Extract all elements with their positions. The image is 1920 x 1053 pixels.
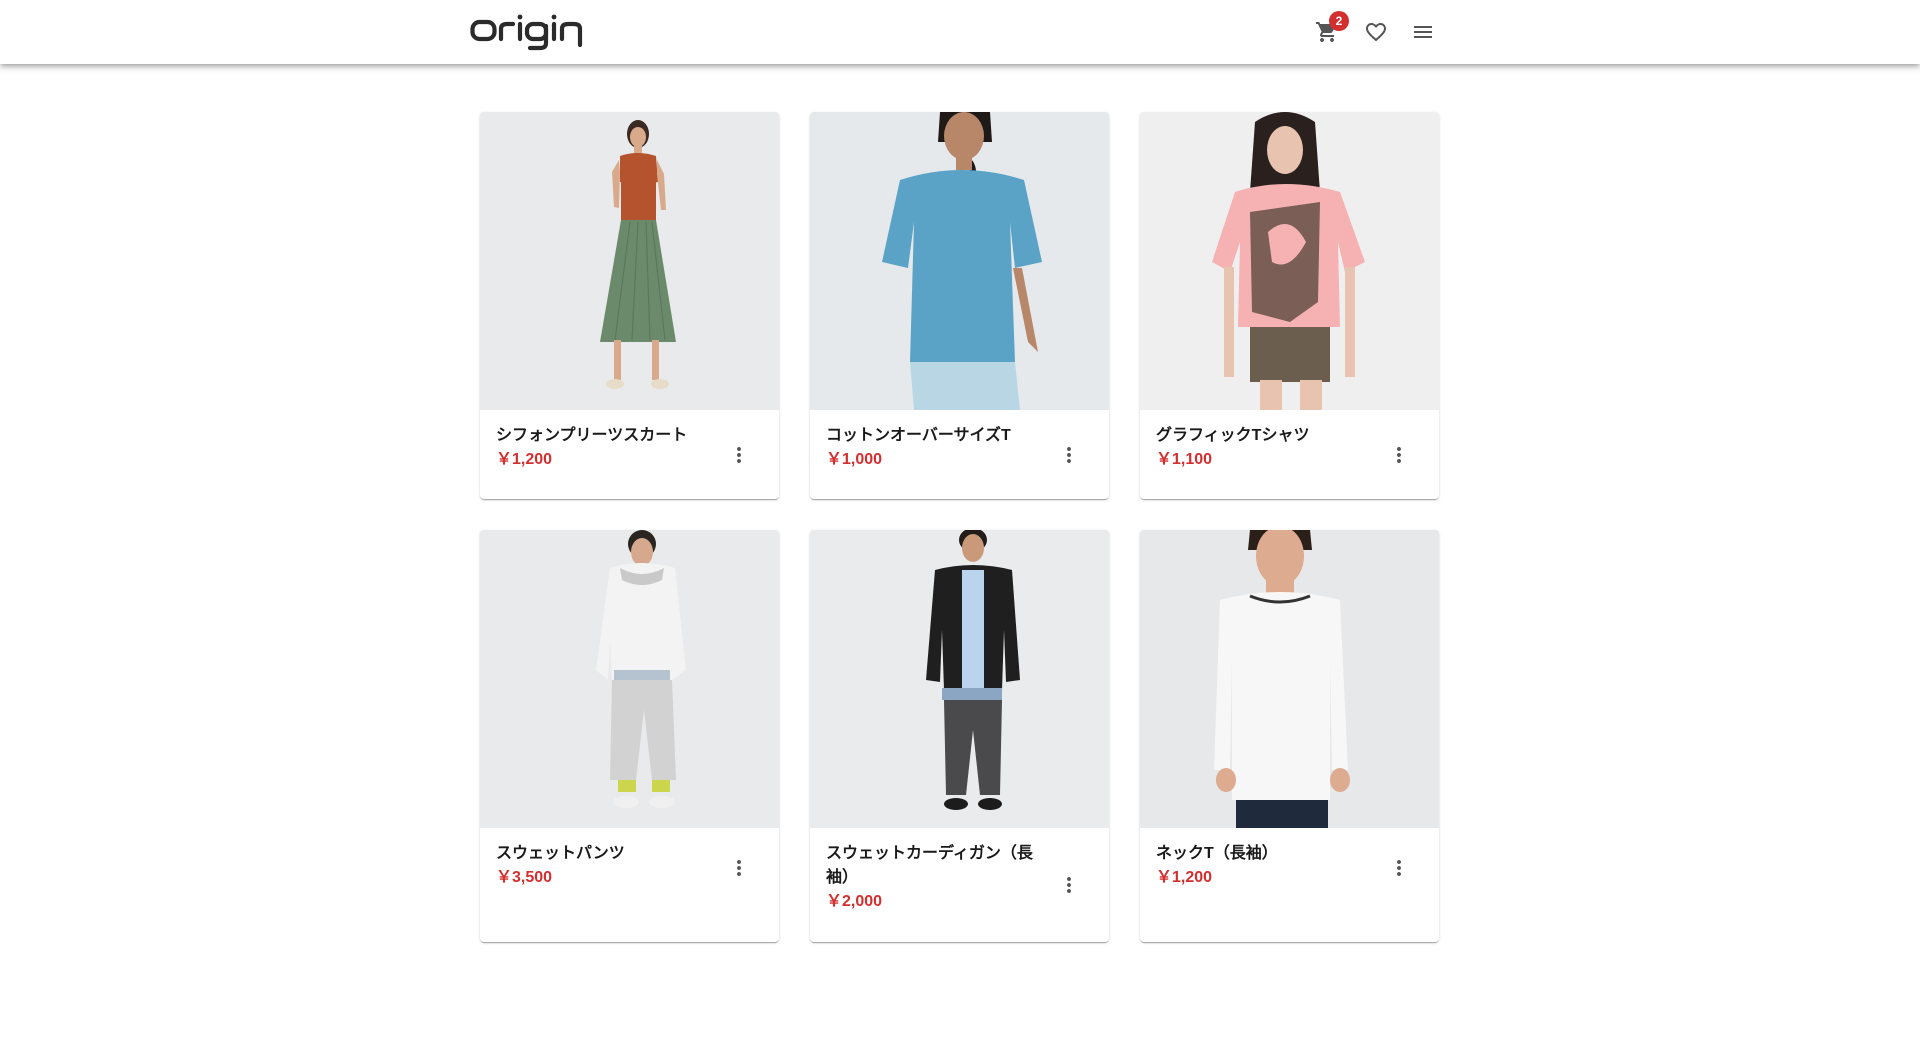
product-info: グラフィックTシャツ ￥1,100 [1140, 410, 1439, 499]
product-price: ￥1,000 [826, 451, 883, 468]
product-title[interactable]: スウェットカーディガン（長袖） [826, 842, 1049, 890]
product-card[interactable]: スウェットパンツ ￥3,500 [480, 530, 779, 942]
menu-button[interactable] [1403, 12, 1443, 52]
product-price: ￥1,200 [1156, 869, 1213, 886]
more-vert-icon [1067, 877, 1071, 893]
product-card[interactable]: シフォンプリーツスカート ￥1,200 [480, 112, 779, 499]
product-card[interactable]: グラフィックTシャツ ￥1,100 [1140, 112, 1439, 499]
product-title[interactable]: コットンオーバーサイズT [826, 424, 1049, 448]
origin-logo[interactable] [470, 12, 602, 52]
app-header: 2 [0, 0, 1920, 64]
product-image[interactable] [810, 530, 1109, 828]
more-options-button[interactable] [719, 435, 759, 475]
product-title[interactable]: ネックT（長袖） [1156, 842, 1379, 866]
more-vert-icon [737, 446, 741, 463]
product-info: シフォンプリーツスカート ￥1,200 [480, 410, 779, 499]
product-image[interactable] [1140, 112, 1439, 410]
heart-icon [1366, 23, 1386, 42]
more-vert-icon [1397, 860, 1401, 876]
cart-count-badge: 2 [1329, 11, 1349, 31]
man-white-longsleeve-tshirt-image [1140, 530, 1439, 828]
product-image[interactable] [480, 530, 779, 828]
man-white-hoodie-grey-sweatpants-image [480, 530, 779, 828]
product-card[interactable]: コットンオーバーサイズT ￥1,000 [810, 112, 1109, 499]
more-options-button[interactable] [1379, 848, 1419, 888]
product-image[interactable] [1140, 530, 1439, 828]
woman-orange-top-green-pleated-skirt-image [480, 112, 779, 410]
product-price: ￥2,000 [826, 893, 883, 910]
product-info: コットンオーバーサイズT ￥1,000 [810, 410, 1109, 499]
product-info: ネックT（長袖） ￥1,200 [1140, 828, 1439, 942]
more-options-button[interactable] [1049, 435, 1089, 475]
menu-icon [1414, 26, 1432, 38]
more-options-button[interactable] [1379, 435, 1419, 475]
favorites-button[interactable] [1356, 12, 1396, 52]
product-price: ￥1,200 [496, 451, 553, 468]
product-title[interactable]: スウェットパンツ [496, 842, 719, 866]
product-card[interactable]: スウェットカーディガン（長袖） ￥2,000 [810, 530, 1109, 942]
woman-blue-oversized-tshirt-image [810, 112, 1109, 410]
more-vert-icon [737, 860, 741, 876]
product-info: スウェットカーディガン（長袖） ￥2,000 [810, 828, 1109, 942]
product-title[interactable]: グラフィックTシャツ [1156, 424, 1379, 448]
product-grid: シフォンプリーツスカート ￥1,200 コットンオーバーサイズT ￥1,000 [480, 112, 1440, 942]
more-vert-icon [1067, 446, 1071, 463]
more-options-button[interactable] [1049, 865, 1089, 905]
product-price: ￥1,100 [1156, 451, 1213, 468]
more-options-button[interactable] [719, 848, 759, 888]
product-title[interactable]: シフォンプリーツスカート [496, 424, 719, 448]
product-price: ￥3,500 [496, 869, 553, 886]
product-card[interactable]: ネックT（長袖） ￥1,200 [1140, 530, 1439, 942]
product-image[interactable] [810, 112, 1109, 410]
more-vert-icon [1397, 446, 1401, 463]
man-black-cardigan-image [810, 530, 1109, 828]
cart-button[interactable]: 2 [1307, 11, 1349, 52]
product-info: スウェットパンツ ￥3,500 [480, 828, 779, 942]
woman-pink-graphic-tshirt-image [1140, 112, 1439, 410]
product-image[interactable] [480, 112, 779, 410]
